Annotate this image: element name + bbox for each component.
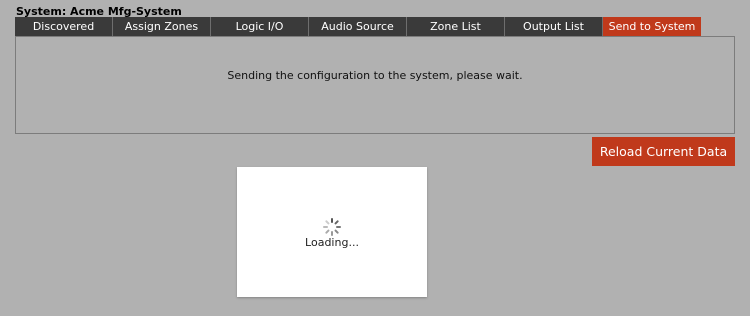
loading-text: Loading...	[305, 236, 359, 249]
tab-discovered-devices[interactable]: Discovered Devices	[15, 17, 113, 52]
send-panel: Sending the configuration to the system,…	[15, 36, 735, 134]
loading-dialog: Loading...	[237, 167, 427, 297]
status-message: Sending the configuration to the system,…	[227, 69, 523, 82]
tab-assign-zones[interactable]: Assign Zones	[113, 17, 211, 36]
tab-audio-source[interactable]: Audio Source	[309, 17, 407, 36]
tab-send-to-system[interactable]: Send to System	[603, 17, 701, 36]
tab-logic-io[interactable]: Logic I/O	[211, 17, 309, 36]
tab-bar: Discovered Devices Assign Zones Logic I/…	[15, 17, 701, 52]
spinner-icon	[323, 218, 341, 236]
reload-current-data-button[interactable]: Reload Current Data	[592, 137, 735, 166]
tab-zone-list[interactable]: Zone List	[407, 17, 505, 36]
tab-output-list[interactable]: Output List	[505, 17, 603, 36]
